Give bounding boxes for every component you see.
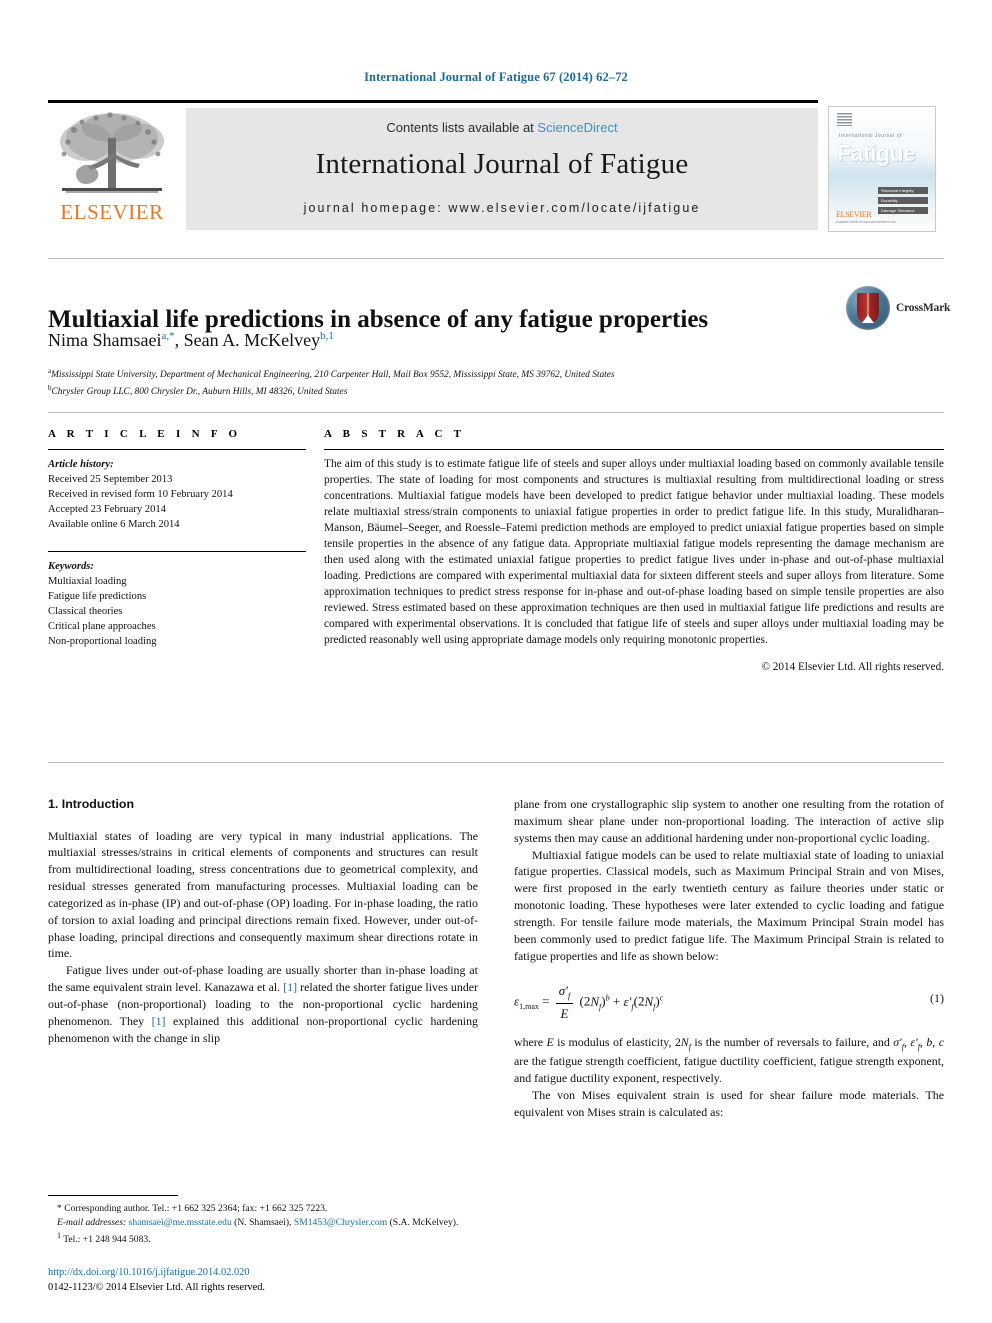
journal-title: International Journal of Fatigue: [315, 148, 689, 180]
paragraph: Fatigue lives under out-of-phase loading…: [48, 963, 478, 1045]
equation-expression: ε1,max = σ′f E (2Nf)b + ε′f(2Nf)c: [514, 982, 663, 1023]
doi-link[interactable]: http://dx.doi.org/10.1016/j.ijfatigue.20…: [48, 1266, 478, 1281]
keyword-item: Critical plane approaches: [48, 621, 156, 633]
history-item: Received 25 September 2013: [48, 474, 173, 486]
paragraph: plane from one crystallographic slip sys…: [514, 797, 944, 845]
footnote-corresponding-author: * Corresponding author. Tel.: +1 662 325…: [57, 1203, 328, 1214]
running-head: International Journal of Fatigue 67 (201…: [364, 70, 628, 84]
affiliation-item: aMississippi State University, Departmen…: [48, 366, 878, 383]
history-item: Received in revised form 10 February 201…: [48, 489, 233, 501]
keyword-item: Fatigue life predictions: [48, 591, 147, 603]
crossmark-label: CrossMark: [896, 302, 951, 314]
cover-big-title: Fatigue: [837, 140, 916, 166]
email-link-2[interactable]: SM1453@Chrysler.com: [294, 1217, 387, 1228]
affiliation-text: Mississippi State University, Department…: [51, 370, 615, 381]
keyword-item: Non-proportional loading: [48, 636, 157, 648]
article-history-label: Article history:: [48, 459, 114, 470]
article-info-rule: [48, 449, 306, 450]
elsevier-wordmark: ELSEVIER: [60, 200, 164, 224]
citation-link[interactable]: [1]: [283, 980, 297, 994]
body-column-right: plane from one crystallographic slip sys…: [514, 796, 944, 1121]
keyword-item: Classical theories: [48, 606, 123, 618]
footnote-tel-text: Tel.: +1 248 944 5083.: [63, 1234, 151, 1245]
contents-available-line: Contents lists available at ScienceDirec…: [186, 120, 818, 135]
elsevier-logo: ELSEVIER: [48, 108, 176, 230]
affiliation-text: Chrysler Group LLC, 800 Chrysler Dr., Au…: [51, 386, 348, 397]
footnote-rule: [48, 1195, 178, 1196]
paragraph: where E is modulus of elasticity, 2Nf is…: [514, 1035, 944, 1085]
keywords-list: Keywords: Multiaxial loading Fatigue lif…: [48, 559, 306, 649]
cover-footer: ELSEVIER Available online at www.science…: [836, 210, 896, 224]
article-history: Article history: Received 25 September 2…: [48, 457, 306, 532]
author-name: Nima Shamsaei: [48, 330, 162, 350]
paragraph: Multiaxial fatigue models can be used to…: [514, 847, 944, 963]
cover-publisher-mark-icon: [837, 113, 852, 126]
crossmark-badge[interactable]: CrossMark: [846, 286, 950, 334]
masthead-top-rule: [48, 100, 818, 103]
article-info-heading: A R T I C L E I N F O: [48, 428, 242, 440]
equation-1: ε1,max = σ′f E (2Nf)b + ε′f(2Nf)c (1): [514, 978, 944, 1023]
issn-copyright-line: 0142-1123/© 2014 Elsevier Ltd. All right…: [48, 1281, 266, 1293]
abstract-heading: A B S T R A C T: [324, 428, 466, 440]
journal-cover-thumbnail: International Journal of Fatigue Structu…: [828, 106, 936, 232]
crossmark-arrow-icon: [862, 315, 874, 323]
info-top-rule: [48, 412, 944, 413]
author-name: Sean A. McKelvey: [183, 330, 321, 350]
keyword-item: Multiaxial loading: [48, 576, 127, 588]
author-marks[interactable]: b,1: [320, 330, 334, 342]
doi-block: http://dx.doi.org/10.1016/j.ijfatigue.20…: [48, 1266, 478, 1295]
author-marks[interactable]: a,*: [161, 330, 174, 342]
masthead-panel: Contents lists available at ScienceDirec…: [186, 108, 818, 230]
cover-topic-label: Durability: [881, 198, 898, 203]
email-link-1[interactable]: shamsaei@me.msstate.edu: [129, 1217, 232, 1228]
fraction: σ′f E: [555, 982, 574, 1023]
cover-footer-logo: ELSEVIER: [836, 210, 872, 219]
footnote-emails: E-mail addresses: shamsaei@me.msstate.ed…: [48, 1216, 478, 1230]
journal-homepage-link[interactable]: journal homepage: www.elsevier.com/locat…: [186, 201, 818, 215]
keywords-label: Keywords:: [48, 561, 94, 573]
email-owner-2: (S.A. McKelvey).: [389, 1216, 459, 1228]
cover-topic-bar: Durability: [878, 197, 928, 204]
paragraph: Multiaxial states of loading are very ty…: [48, 828, 478, 961]
footnote-block: * Corresponding author. Tel.: +1 662 325…: [48, 1195, 478, 1247]
author-list: Nima Shamsaeia,*, Sean A. McKelveyb,1: [48, 330, 334, 350]
email-owner-1: (N. Shamsaei),: [234, 1216, 292, 1228]
citation-link[interactable]: [1]: [152, 1014, 166, 1028]
history-item: Available online 6 March 2014: [48, 519, 180, 531]
abstract-text: The aim of this study is to estimate fat…: [324, 458, 944, 646]
crossmark-icon: [846, 286, 890, 330]
sciencedirect-link[interactable]: ScienceDirect: [537, 120, 617, 135]
cover-topic-label: Structural Integrity: [881, 188, 914, 193]
contents-prefix: Contents lists available at: [386, 120, 538, 135]
elsevier-tree-icon: [60, 112, 164, 193]
section-heading-introduction: 1. Introduction: [48, 797, 135, 811]
footnote-tel: 1 Tel.: +1 248 944 5083.: [48, 1230, 478, 1247]
footnote-tel-mark: 1: [57, 1230, 61, 1240]
history-item: Accepted 23 February 2014: [48, 504, 166, 516]
title-separator-rule: [48, 258, 944, 259]
paragraph: The von Mises equivalent strain is used …: [514, 1087, 944, 1119]
cover-small-title: International Journal of: [839, 133, 902, 139]
equation-number: (1): [930, 991, 944, 1006]
article-info-section: A R T I C L E I N F O Article history: R…: [48, 428, 306, 649]
info-bottom-rule: [48, 762, 944, 763]
cover-footer-sub: Available online at www.sciencedirect.co…: [836, 220, 896, 224]
abstract-copyright: © 2014 Elsevier Ltd. All rights reserved…: [761, 660, 945, 673]
affiliation-item: bChrysler Group LLC, 800 Chrysler Dr., A…: [48, 383, 878, 400]
abstract-section: A B S T R A C T The aim of this study is…: [324, 428, 944, 673]
cover-topic-bar: Structural Integrity: [878, 187, 928, 194]
body-column-left: 1. Introduction Multiaxial states of loa…: [48, 796, 478, 1047]
email-label: E-mail addresses:: [57, 1216, 127, 1228]
article-page: International Journal of Fatigue 67 (201…: [0, 0, 992, 1323]
affiliation-list: aMississippi State University, Departmen…: [48, 366, 878, 400]
keywords-rule: [48, 551, 306, 553]
abstract-rule: [324, 449, 944, 450]
journal-masthead: ELSEVIER Contents lists available at Sci…: [48, 100, 944, 232]
